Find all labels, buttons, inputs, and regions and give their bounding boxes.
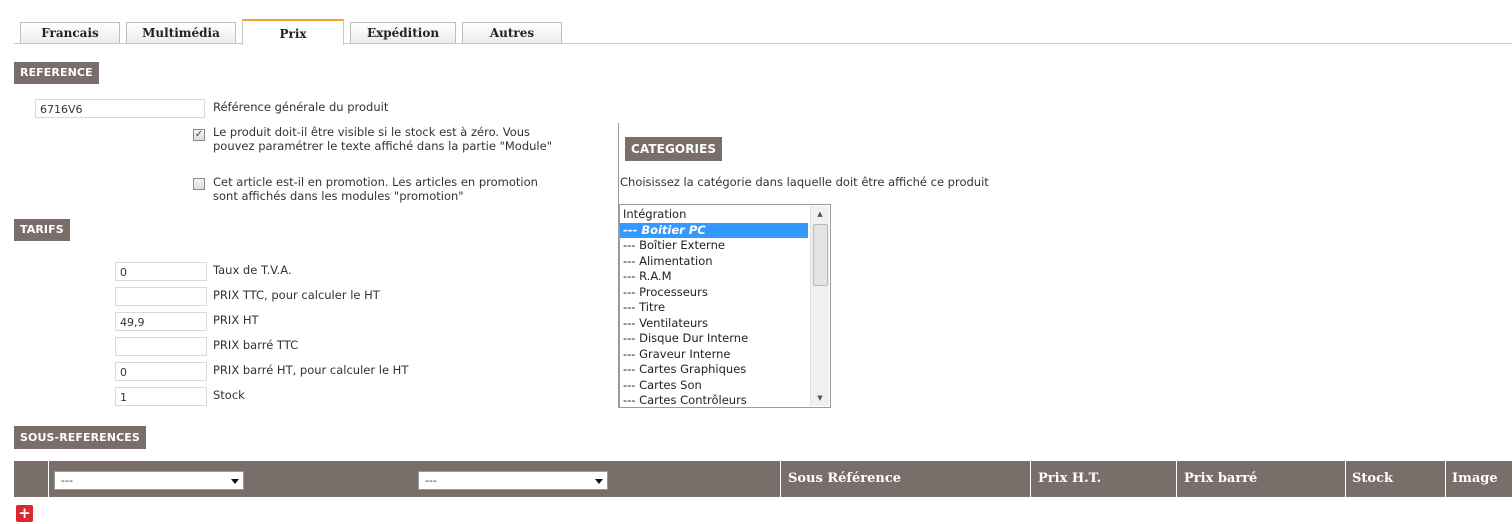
attribute-select-1[interactable]: --- <box>54 471 244 490</box>
column-separator <box>1345 461 1346 497</box>
category-option[interactable]: --- Cartes Son <box>620 378 808 394</box>
column-separator <box>780 461 781 497</box>
visible-zero-stock-checkbox[interactable]: ✓ <box>193 129 205 141</box>
column-header-prix-ht: Prix H.T. <box>1038 471 1102 486</box>
prix-barre-ht-label: PRIX barré HT, pour calculer le HT <box>213 363 409 377</box>
category-options: Intégration --- Boitier PC --- Boîtier E… <box>620 207 808 407</box>
column-header-sous-reference: Sous Référence <box>788 471 902 486</box>
reference-label: Référence générale du produit <box>213 100 389 114</box>
category-option[interactable]: --- Graveur Interne <box>620 347 808 363</box>
prix-barre-ht-input[interactable]: 0 <box>115 362 207 381</box>
prix-ht-label: PRIX HT <box>213 313 259 327</box>
tarifs-section-header: TARIFS <box>14 219 70 241</box>
tab-francais[interactable]: Francais <box>20 22 120 43</box>
sous-references-section-header: SOUS-REFERENCES <box>14 426 146 449</box>
attribute-select-2[interactable]: --- <box>418 471 608 490</box>
category-scrollbar[interactable]: ▲ ▼ <box>810 206 829 406</box>
prix-barre-ttc-input[interactable] <box>115 337 207 356</box>
visible-zero-stock-label-line2: pouvez paramétrer le texte affiché dans … <box>213 139 552 153</box>
category-option[interactable]: Intégration <box>620 207 808 223</box>
attribute-select-1-value: --- <box>61 474 73 487</box>
promotion-label-line1: Cet article est-il en promotion. Les art… <box>213 175 538 189</box>
category-option[interactable]: --- Cartes Graphiques <box>620 362 808 378</box>
reference-section-header: REFERENCE <box>14 62 99 84</box>
prix-ttc-label: PRIX TTC, pour calculer le HT <box>213 288 380 302</box>
tab-expedition[interactable]: Expédition <box>350 22 456 43</box>
column-header-image: Image <box>1452 471 1498 486</box>
prix-ttc-input[interactable] <box>115 287 207 306</box>
chevron-down-icon <box>595 479 603 484</box>
column-header-prix-barre: Prix barré <box>1184 471 1258 486</box>
visible-zero-stock-label-line1: Le produit doit-il être visible si le st… <box>213 125 531 139</box>
attribute-select-2-value: --- <box>425 474 437 487</box>
chevron-down-icon <box>231 479 239 484</box>
plus-icon[interactable]: + <box>16 505 33 522</box>
category-option[interactable]: --- R.A.M <box>620 269 808 285</box>
tva-input[interactable]: 0 <box>115 262 207 281</box>
promotion-checkbox[interactable] <box>193 178 205 190</box>
tab-prix[interactable]: Prix <box>242 19 344 45</box>
tva-label: Taux de T.V.A. <box>213 263 292 277</box>
tab-multimedia[interactable]: Multimédia <box>126 22 236 43</box>
category-option[interactable]: --- Processeurs <box>620 285 808 301</box>
prix-barre-ttc-label: PRIX barré TTC <box>213 338 299 352</box>
scroll-up-arrow-icon[interactable]: ▲ <box>811 206 829 222</box>
prix-ht-input[interactable]: 49,9 <box>115 312 207 331</box>
category-option[interactable]: --- Cartes Contrôleurs <box>620 393 808 407</box>
categories-instruction: Choisissez la catégorie dans laquelle do… <box>620 175 989 189</box>
stock-label: Stock <box>213 388 245 402</box>
category-option[interactable]: --- Alimentation <box>620 254 808 270</box>
column-separator <box>48 461 49 497</box>
reference-input[interactable]: 6716V6 <box>35 99 205 118</box>
category-option[interactable]: --- Titre <box>620 300 808 316</box>
category-option-selected[interactable]: --- Boitier PC <box>620 222 808 238</box>
scrollbar-thumb[interactable] <box>813 224 828 286</box>
categories-section-header: CATEGORIES <box>625 137 723 161</box>
column-separator <box>1445 461 1446 497</box>
column-separator <box>1030 461 1031 497</box>
category-option[interactable]: --- Ventilateurs <box>620 316 808 332</box>
stock-input[interactable]: 1 <box>115 387 207 406</box>
column-header-stock: Stock <box>1352 471 1393 486</box>
promotion-label-line2: sont affichés dans les modules "promotio… <box>213 189 464 203</box>
category-option[interactable]: --- Boîtier Externe <box>620 238 808 254</box>
scroll-down-arrow-icon[interactable]: ▼ <box>811 390 829 406</box>
category-listbox[interactable]: Intégration --- Boitier PC --- Boîtier E… <box>619 204 831 408</box>
tabs-baseline <box>14 43 1512 44</box>
column-separator <box>1176 461 1177 497</box>
tab-autres[interactable]: Autres <box>462 22 562 43</box>
category-option[interactable]: --- Disque Dur Interne <box>620 331 808 347</box>
